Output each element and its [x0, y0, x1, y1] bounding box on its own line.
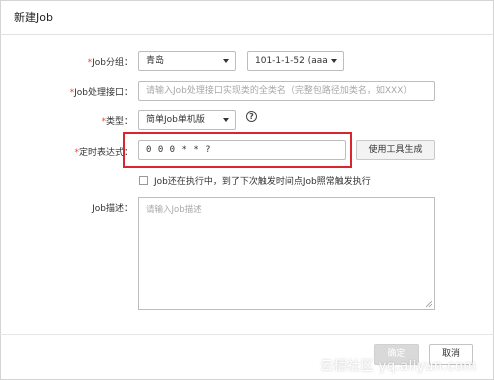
chevron-down-icon	[223, 118, 229, 122]
handler-label-text: Job处理接口：	[74, 88, 133, 98]
group-label: *Job分组：	[20, 55, 133, 68]
highlight-annotation	[123, 132, 352, 168]
trigger-checkbox[interactable]	[139, 176, 148, 185]
group-select[interactable]: 青岛	[138, 51, 236, 71]
instance-select-value: 101-1-1-52 (aaa	[255, 56, 328, 66]
description-textarea[interactable]: 请输入Job描述	[138, 197, 435, 310]
handler-label: *Job处理接口：	[20, 85, 133, 98]
type-label: *类型：	[20, 114, 133, 127]
trigger-checkbox-label: Job还在执行中，到了下次触发时间点Job照常触发执行	[154, 177, 371, 187]
description-label: Job描述：	[20, 201, 133, 214]
description-label-text: Job描述：	[92, 204, 133, 214]
handler-input-placeholder: 请输入Job处理接口实现类的全类名（完整包路径加类名，如XXX）	[146, 86, 413, 96]
chevron-down-icon	[331, 59, 337, 63]
title-divider	[0, 34, 494, 35]
help-icon[interactable]: ?	[246, 111, 257, 122]
group-label-text: Job分组：	[92, 58, 133, 68]
resize-handle-icon[interactable]	[426, 301, 432, 307]
dialog-title: 新建Job	[14, 11, 53, 24]
group-select-value: 青岛	[146, 56, 165, 66]
type-label-text: 类型：	[105, 117, 133, 127]
type-select[interactable]: 简单Job单机版	[138, 110, 236, 130]
chevron-down-icon	[223, 59, 229, 63]
type-select-value: 简单Job单机版	[146, 115, 205, 125]
footer-divider	[0, 334, 494, 335]
description-placeholder: 请输入Job描述	[146, 205, 202, 215]
handler-input[interactable]: 请输入Job处理接口实现类的全类名（完整包路径加类名，如XXX）	[138, 81, 435, 101]
cron-label: *定时表达式：	[20, 145, 133, 158]
watermark: 云栖社区 yq.aliyun.com	[320, 359, 477, 374]
instance-select[interactable]: 101-1-1-52 (aaa	[247, 51, 344, 71]
generate-cron-button[interactable]: 使用工具生成	[356, 140, 435, 160]
